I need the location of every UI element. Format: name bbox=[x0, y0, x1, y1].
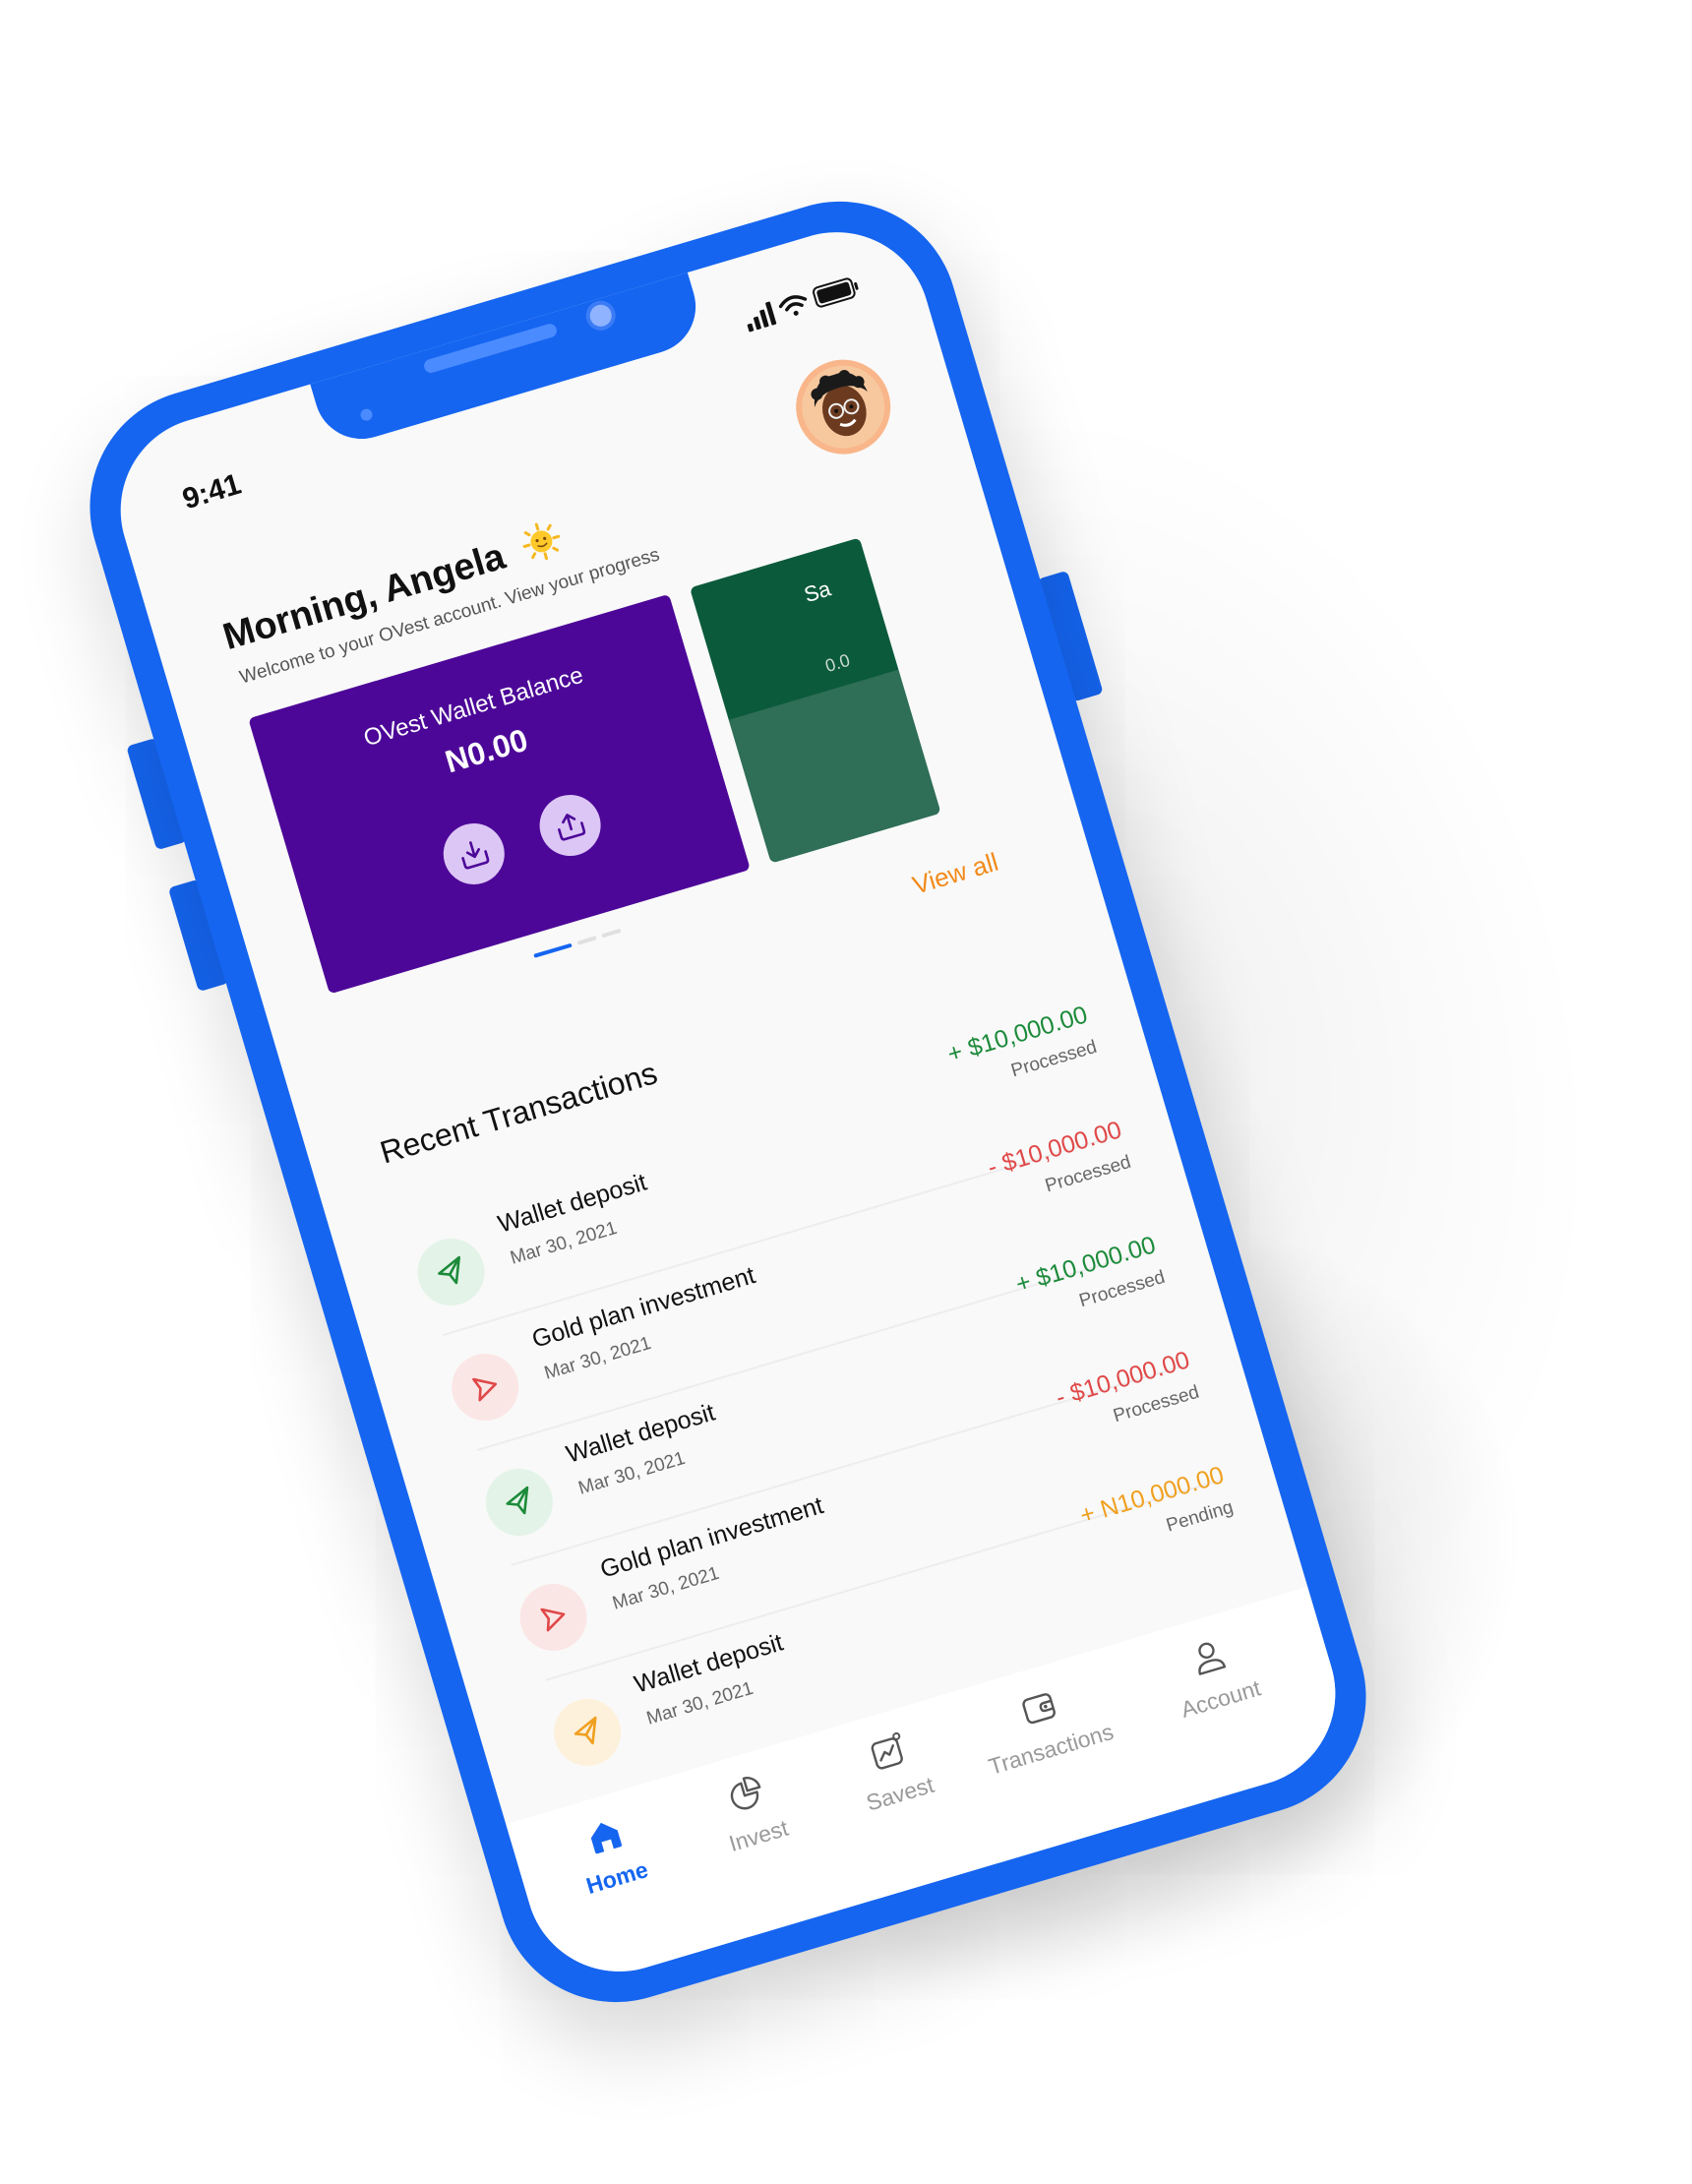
savings-card-amount: 0.0 bbox=[822, 649, 853, 677]
transaction-name: Wallet deposit bbox=[495, 1168, 650, 1239]
pie-chart-icon bbox=[730, 1777, 761, 1810]
recent-transactions-title: Recent Transactions bbox=[376, 1055, 662, 1171]
signal-icon bbox=[747, 301, 777, 333]
nav-account[interactable]: Account bbox=[1132, 1617, 1296, 1732]
upload-icon bbox=[558, 814, 586, 841]
withdraw-button[interactable] bbox=[532, 787, 609, 864]
wifi-icon bbox=[778, 295, 808, 316]
carousel-dot[interactable] bbox=[601, 928, 622, 939]
chart-icon bbox=[871, 1731, 903, 1770]
view-all-link[interactable]: View all bbox=[909, 847, 1001, 901]
investment-play-icon bbox=[443, 1345, 527, 1429]
savings-card-footer bbox=[728, 669, 941, 864]
nav-savest-label: Savest bbox=[863, 1771, 937, 1816]
investment-play-icon bbox=[512, 1575, 595, 1660]
status-time: 9:41 bbox=[178, 467, 245, 516]
camera bbox=[582, 297, 620, 334]
battery-icon bbox=[813, 277, 859, 308]
avatar-illustration bbox=[811, 370, 868, 437]
sun-emoji-icon bbox=[516, 517, 569, 576]
carousel-dot[interactable] bbox=[576, 936, 597, 945]
sensor-dot bbox=[359, 407, 374, 423]
deposit-button[interactable] bbox=[436, 816, 513, 892]
status-icons bbox=[747, 277, 859, 333]
nav-savest[interactable]: Savest bbox=[812, 1713, 975, 1828]
deposit-send-icon bbox=[409, 1230, 493, 1314]
deposit-send-icon bbox=[477, 1460, 562, 1545]
nav-transactions[interactable]: Transactions bbox=[962, 1668, 1125, 1783]
nav-invest-label: Invest bbox=[726, 1814, 792, 1857]
nav-invest[interactable]: Invest bbox=[670, 1754, 833, 1869]
pending-send-icon bbox=[545, 1690, 630, 1775]
user-icon bbox=[1198, 1642, 1227, 1675]
home-icon bbox=[590, 1822, 623, 1854]
savings-card-label: Sa bbox=[801, 576, 834, 608]
download-icon bbox=[461, 841, 490, 870]
carousel-dot-active[interactable] bbox=[533, 942, 573, 958]
nav-transactions-label: Transactions bbox=[985, 1718, 1117, 1780]
wallet-icon bbox=[1022, 1693, 1056, 1725]
nav-account-label: Account bbox=[1178, 1674, 1264, 1723]
profile-avatar[interactable] bbox=[784, 347, 902, 466]
nav-home[interactable]: Home bbox=[528, 1796, 692, 1911]
nav-home-label: Home bbox=[582, 1855, 651, 1900]
